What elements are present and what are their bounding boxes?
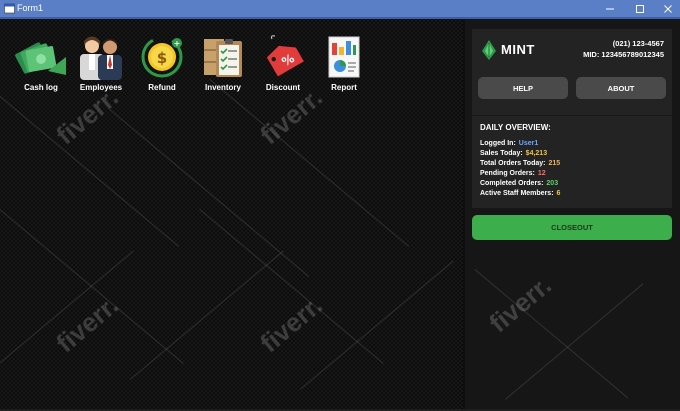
- nav-cash-log[interactable]: Cash log: [14, 35, 68, 115]
- overview-label: Total Orders Today:: [480, 160, 546, 167]
- main-panel: Cash log Employees $ + Refund Inventory …: [0, 19, 463, 411]
- maximize-icon: [636, 4, 644, 13]
- daily-overview-title: DAILY OVERVIEW:: [480, 123, 551, 132]
- report-chart-icon: [328, 36, 360, 78]
- brand-card: MINT (021) 123-4567 MID: 123456789012345…: [472, 29, 672, 115]
- overview-label: Active Staff Members:: [480, 190, 554, 197]
- overview-row-completed: Completed Orders: 203: [480, 180, 558, 187]
- sidebar: MINT (021) 123-4567 MID: 123456789012345…: [465, 19, 680, 411]
- store-phone: (021) 123-4567: [612, 39, 664, 48]
- overview-value-user: User1: [518, 140, 539, 147]
- overview-row-pending: Pending Orders: 12: [480, 170, 546, 177]
- nav-refund[interactable]: $ + Refund: [135, 35, 189, 115]
- nav-refund-label: Refund: [148, 83, 176, 92]
- overview-label: Sales Today:: [480, 150, 523, 157]
- close-icon: [664, 4, 672, 13]
- watermark-line: [300, 260, 454, 390]
- nav-report-label: Report: [331, 83, 357, 92]
- overview-value-pending: 12: [537, 170, 546, 177]
- overview-label: Pending Orders:: [480, 170, 535, 177]
- refund-coin-icon: $ +: [141, 36, 183, 78]
- employees-icon: [80, 36, 122, 80]
- overview-row-staff: Active Staff Members: 6: [480, 190, 560, 197]
- close-button[interactable]: [654, 0, 680, 17]
- overview-label: Logged In:: [480, 140, 516, 147]
- app-icon: [4, 3, 15, 14]
- overview-row-total-orders: Total Orders Today: 215: [480, 160, 560, 167]
- nav-inventory[interactable]: Inventory: [196, 35, 250, 115]
- mint-leaf-icon: [482, 40, 496, 60]
- about-button[interactable]: ABOUT: [576, 77, 666, 99]
- help-button[interactable]: HELP: [478, 77, 568, 99]
- discount-tag-icon: %: [266, 35, 304, 77]
- window-title: Form1: [17, 3, 44, 13]
- watermark-text: fiverr.: [254, 289, 328, 359]
- cash-icon: [15, 42, 66, 75]
- svg-text:+: +: [174, 39, 181, 48]
- merchant-id: MID: 123456789012345: [583, 50, 664, 59]
- svg-text:$: $: [157, 49, 167, 67]
- closeout-button[interactable]: CLOSEOUT: [472, 215, 672, 240]
- nav-cash-log-label: Cash log: [24, 83, 58, 92]
- maximize-button[interactable]: [626, 0, 654, 17]
- minimize-icon: [606, 8, 614, 9]
- overview-value-staff: 6: [556, 190, 561, 197]
- overview-label: Completed Orders:: [480, 180, 544, 187]
- inventory-clipboard-icon: [204, 39, 242, 77]
- overview-value-total-orders: 215: [548, 160, 561, 167]
- watermark-text: fiverr.: [50, 289, 124, 359]
- minimize-button[interactable]: [596, 0, 624, 17]
- title-bar: Form1: [0, 0, 680, 17]
- watermark-line: [130, 250, 284, 380]
- daily-overview-card: DAILY OVERVIEW: Logged In: User1 Sales To…: [472, 115, 672, 208]
- overview-value-sales: $4,213: [525, 150, 548, 157]
- brand-name: MINT: [501, 42, 535, 57]
- overview-row-sales: Sales Today: $4,213: [480, 150, 547, 157]
- overview-row-logged-in: Logged In: User1: [480, 140, 538, 147]
- overview-value-completed: 203: [546, 180, 559, 187]
